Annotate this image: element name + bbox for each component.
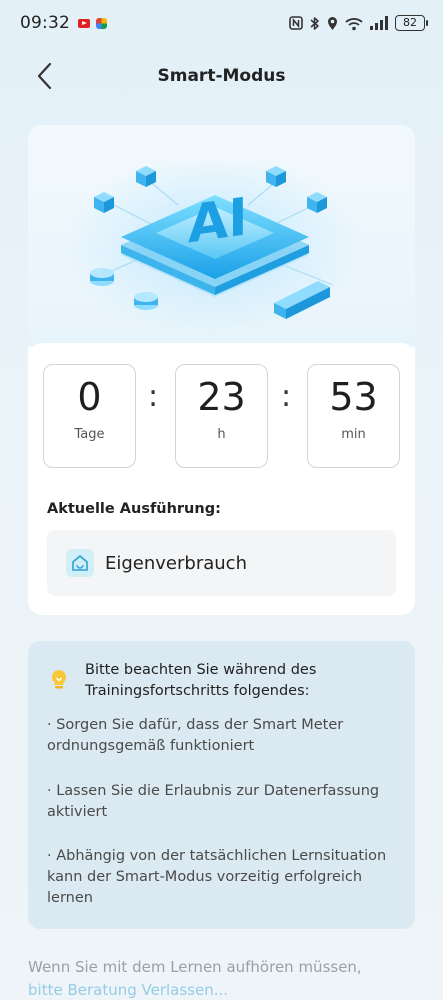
app-header: Smart-Modus [0,52,443,100]
home-icon [66,549,94,577]
lightbulb-icon [51,669,67,689]
signal-icon [370,16,388,30]
nfc-icon [289,16,303,30]
timer-separator: : [148,379,159,414]
days-value: 0 [77,375,102,419]
location-icon [328,16,337,30]
battery-icon: 82 [395,15,428,31]
hours-unit: h [217,427,226,442]
stop-learning-text: Wenn Sie mit dem Lernen aufhören müssen, [28,958,362,976]
training-hints: Bitte beachten Sie während des Trainings… [28,641,415,929]
hint-item: · Lassen Sie die Erlaubnis zur Datenerfa… [47,783,380,820]
hours-value: 23 [197,375,246,419]
hint-item: · Abhängig von der tatsächlichen Lernsit… [47,848,387,906]
app-icon [96,17,107,29]
days-unit: Tage [74,427,105,442]
hint-item: · Sorgen Sie dafür, dass der Smart Meter… [47,717,344,754]
timer-hours: 23 h [175,364,268,468]
timer-minutes: 53 min [307,364,400,468]
ai-chip-illustration: AI [63,155,363,335]
wifi-icon [345,17,363,30]
page-title: Smart-Modus [157,66,286,86]
status-time: 09:32 [20,13,70,33]
timer-days: 0 Tage [43,364,136,468]
system-icons: 82 [289,15,428,31]
youtube-icon [78,18,90,28]
timer-separator: : [281,379,292,414]
notification-icons [78,17,107,29]
training-card: AI 0 Tage: 23 h: 53 min Aktuelle Ausfü… [28,125,415,615]
status-bar: 09:32 82 [0,0,443,46]
current-mode: Eigenverbrauch [47,530,396,596]
stop-learning-link[interactable]: bitte Beratung Verlassen... [28,981,328,999]
timer-section: 0 Tage : 23 h : 53 min Aktuelle Ausführu… [28,343,415,615]
bluetooth-icon [310,16,319,30]
mode-name: Eigenverbrauch [105,552,247,574]
ai-illustration: AI [28,125,415,347]
minutes-unit: min [341,427,366,442]
ai-badge: AI [188,187,248,255]
minutes-value: 53 [329,375,378,419]
hint-title: Bitte beachten Sie während des Trainings… [85,662,317,699]
current-execution-label: Aktuelle Ausführung: [47,501,221,517]
